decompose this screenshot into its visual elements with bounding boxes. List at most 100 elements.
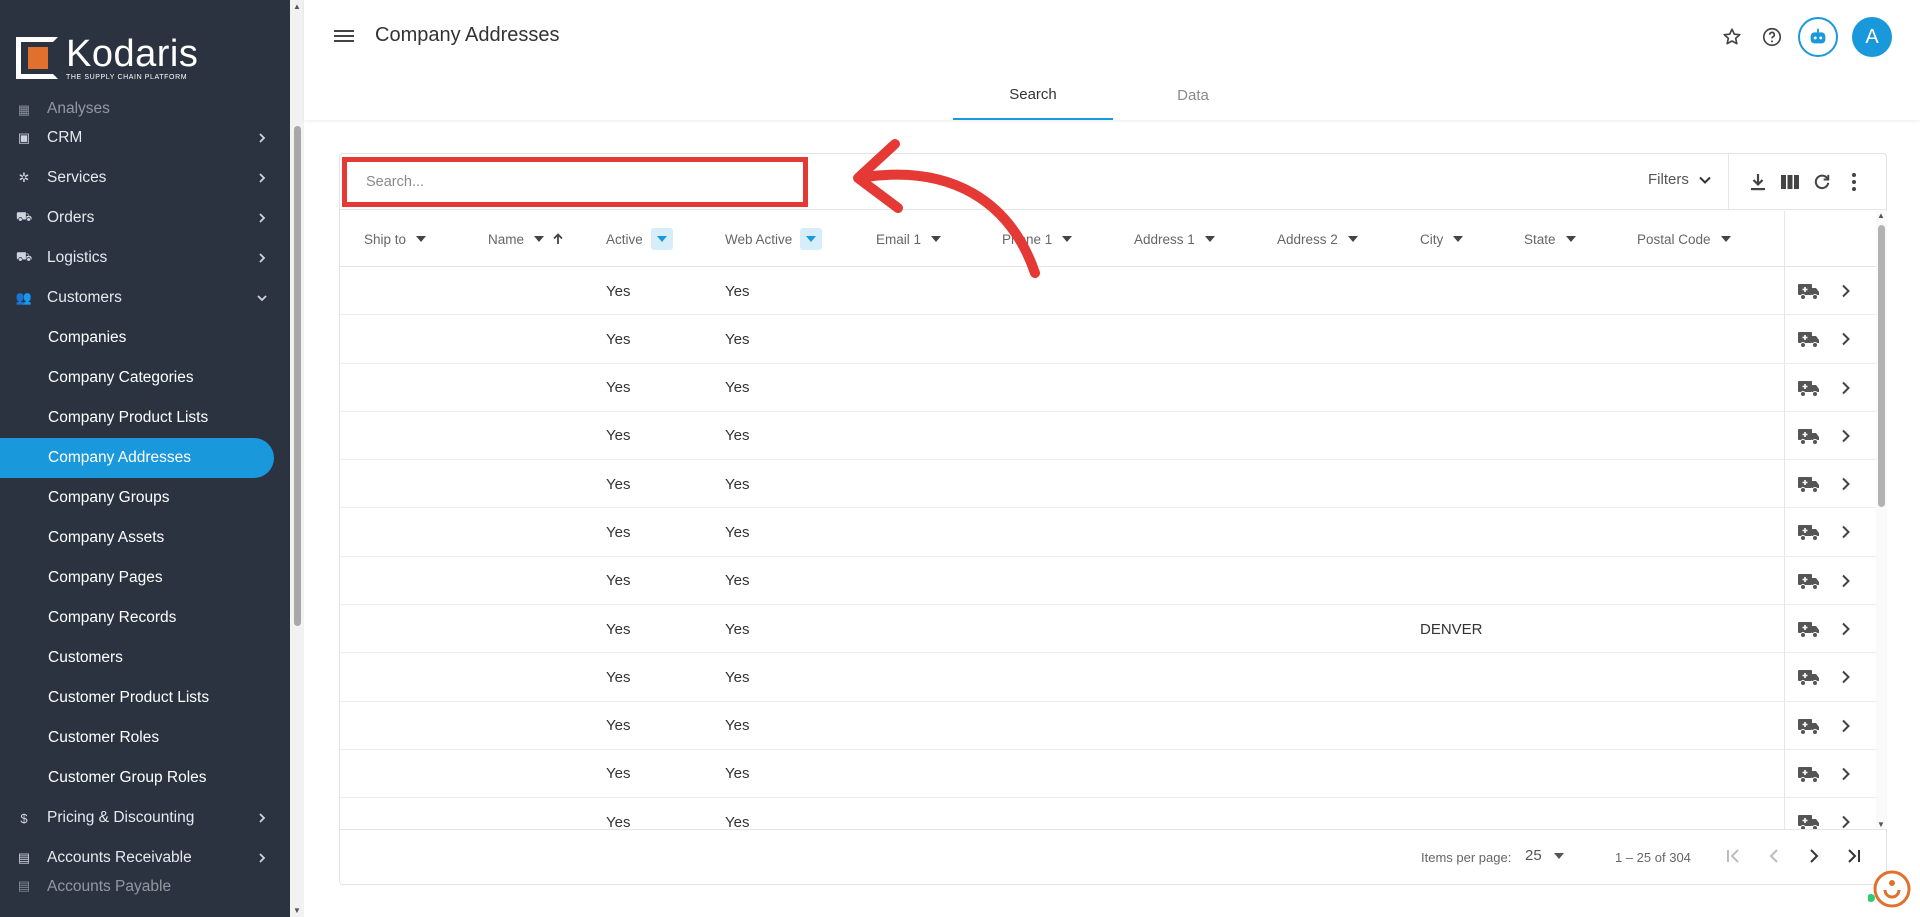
scroll-up-icon[interactable]: ▲ [293,2,301,11]
table-row[interactable]: Yes Yes [340,508,1876,557]
next-page-icon[interactable] [1802,844,1826,868]
table-row[interactable]: Yes Yes [340,749,1876,799]
shipping-truck-icon[interactable] [1797,474,1821,494]
shipping-truck-icon[interactable] [1797,764,1821,784]
star-icon[interactable] [1718,23,1746,51]
chevron-right-icon[interactable] [1839,381,1853,395]
column-menu-caret-icon[interactable] [416,234,427,244]
first-page-icon[interactable] [1722,844,1746,868]
chevron-right-icon[interactable] [1839,429,1853,443]
sidebar-subitem-company-categories[interactable]: Company Categories [0,358,290,398]
scroll-down-icon[interactable]: ▼ [293,906,301,915]
shipping-truck-icon[interactable] [1797,522,1821,542]
column-menu-caret-icon[interactable] [1204,234,1215,244]
sidebar-item-customers[interactable]: 👥 Customers [0,278,290,318]
scroll-down-icon[interactable]: ▼ [1877,820,1885,829]
sidebar-item-accounts-receivable[interactable]: ▤ Accounts Receivable [0,838,290,878]
sidebar-subitem-company-addresses[interactable]: Company Addresses [0,438,274,478]
column-header-ship-to[interactable]: Ship to [364,211,427,267]
last-page-icon[interactable] [1842,844,1866,868]
column-header-name[interactable]: Name [488,211,564,267]
column-header-address-2[interactable]: Address 2 [1277,211,1358,267]
sidebar-item-accounts-payable[interactable]: ▤ Accounts Payable [0,878,290,896]
sidebar-subitem-company-assets[interactable]: Company Assets [0,518,290,558]
shipping-truck-icon[interactable] [1797,329,1821,349]
sidebar-scroll-thumb[interactable] [294,126,301,626]
chat-widget-button[interactable] [1867,868,1912,912]
column-header-active[interactable]: Active [606,211,673,267]
sidebar-subitem-customer-roles[interactable]: Customer Roles [0,718,290,758]
table-row[interactable]: Yes Yes [340,363,1876,412]
chevron-right-icon[interactable] [1839,670,1853,684]
table-row[interactable]: Yes Yes [340,460,1876,509]
table-row[interactable]: Yes Yes [340,267,1876,316]
chevron-right-icon[interactable] [1839,332,1853,346]
user-avatar[interactable]: A [1852,17,1892,57]
search-input[interactable] [366,174,786,190]
table-scrollbar[interactable]: ▲ ▼ [1876,211,1887,829]
sidebar-item-analyses[interactable]: ▦ Analyses [0,100,290,118]
brand-logo[interactable]: Kodaris THE SUPPLY CHAIN PLATFORM [16,30,256,86]
help-icon[interactable] [1758,23,1786,51]
filters-button[interactable]: Filters [1648,171,1712,188]
shipping-truck-icon[interactable] [1797,378,1821,398]
tab-data[interactable]: Data [1113,70,1273,120]
column-menu-caret-icon[interactable] [1720,234,1731,244]
scroll-up-icon[interactable]: ▲ [1877,211,1885,220]
column-menu-caret-icon[interactable] [931,234,942,244]
column-header-address-1[interactable]: Address 1 [1134,211,1215,267]
column-menu-caret-icon[interactable] [1453,234,1464,244]
sidebar-subitem-customer-product-lists[interactable]: Customer Product Lists [0,678,290,718]
sidebar-item-pricing-discounting[interactable]: $ Pricing & Discounting [0,798,290,838]
table-row[interactable]: Yes Yes [340,315,1876,364]
column-menu-caret-icon[interactable] [1062,234,1073,244]
sidebar-subitem-company-records[interactable]: Company Records [0,598,290,638]
menu-icon[interactable] [334,27,354,47]
sidebar-subitem-customers[interactable]: Customers [0,638,290,678]
table-row[interactable]: Yes Yes [340,411,1876,461]
column-menu-caret-icon[interactable] [650,228,673,250]
more-vert-icon[interactable] [1842,170,1866,194]
chevron-right-icon[interactable] [1839,284,1853,298]
table-row[interactable]: Yes Yes DENVER [340,605,1876,654]
shipping-truck-icon[interactable] [1797,716,1821,736]
sort-ascending-icon[interactable] [552,233,564,245]
assistant-bot-button[interactable] [1798,17,1838,57]
shipping-truck-icon[interactable] [1797,619,1821,639]
column-header-postal-code[interactable]: Postal Code [1637,211,1731,267]
shipping-truck-icon[interactable] [1797,571,1821,591]
sidebar-subitem-company-pages[interactable]: Company Pages [0,558,290,598]
column-header-city[interactable]: City [1420,211,1464,267]
sidebar-item-orders[interactable]: ⛟ Orders [0,198,290,238]
chevron-right-icon[interactable] [1839,574,1853,588]
sidebar-subitem-company-groups[interactable]: Company Groups [0,478,290,518]
table-row[interactable]: Yes Yes [340,798,1876,829]
chevron-right-icon[interactable] [1839,622,1853,636]
sidebar-item-logistics[interactable]: ⛟ Logistics [0,238,290,278]
sidebar-subitem-companies[interactable]: Companies [0,318,290,358]
column-menu-caret-icon[interactable] [1565,234,1576,244]
table-scroll-thumb[interactable] [1878,225,1885,507]
chevron-right-icon[interactable] [1839,719,1853,733]
column-header-state[interactable]: State [1524,211,1576,267]
table-row[interactable]: Yes Yes [340,701,1876,750]
sidebar-item-services[interactable]: ✲ Services [0,158,290,198]
sidebar-item-crm[interactable]: ▣ CRM [0,118,290,158]
chevron-right-icon[interactable] [1839,767,1853,781]
table-row[interactable]: Yes Yes [340,556,1876,606]
refresh-icon[interactable] [1810,170,1834,194]
download-icon[interactable] [1746,170,1770,194]
chevron-right-icon[interactable] [1839,477,1853,491]
shipping-truck-icon[interactable] [1797,667,1821,687]
sidebar-subitem-company-product-lists[interactable]: Company Product Lists [0,398,290,438]
items-per-page-select[interactable]: 25 [1525,847,1564,864]
chevron-right-icon[interactable] [1839,815,1853,829]
shipping-truck-icon[interactable] [1797,426,1821,446]
prev-page-icon[interactable] [1762,844,1786,868]
tab-search[interactable]: Search [953,70,1113,120]
table-row[interactable]: Yes Yes [340,653,1876,702]
columns-icon[interactable] [1778,170,1802,194]
sidebar-scrollbar[interactable]: ▲ ▼ [290,0,304,917]
column-menu-caret-icon[interactable] [534,234,545,244]
shipping-truck-icon[interactable] [1797,281,1821,301]
